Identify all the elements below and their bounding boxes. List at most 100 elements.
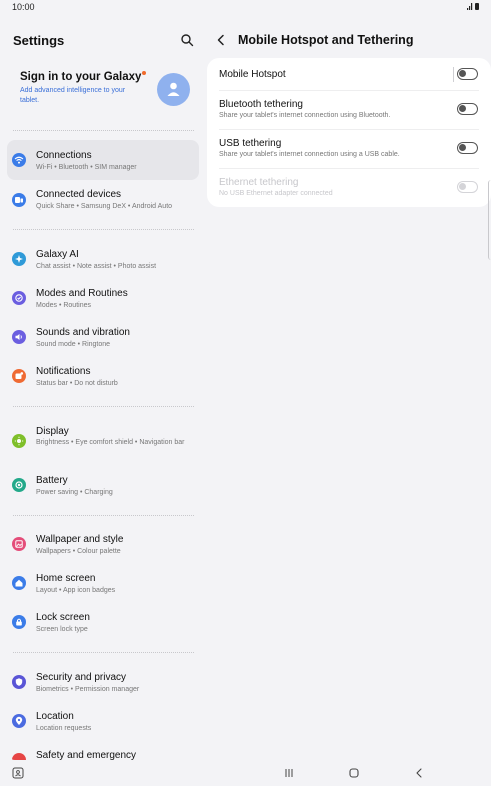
sidebar-item-display[interactable]: Display Brightness • Eye comfort shield …: [7, 416, 199, 462]
sidebar-item-sounds-and-vibration[interactable]: Sounds and vibration Sound mode • Ringto…: [7, 317, 199, 357]
modes-icon: [12, 291, 26, 305]
ethernet-tethering-row: Ethernet tethering No USB Ethernet adapt…: [207, 168, 491, 207]
account-subtitle: Add advanced intelligence to your tablet…: [20, 87, 126, 104]
sidebar-item-sub: Chat assist • Note assist • Photo assist: [36, 263, 157, 270]
bluetooth-tethering-row[interactable]: Bluetooth tethering Share your tablet's …: [207, 90, 491, 129]
row-label: Ethernet tethering: [219, 177, 299, 188]
row-description: Share your tablet's internet connection …: [219, 151, 400, 158]
sidebar-item-sub: Status bar • Do not disturb: [36, 380, 118, 387]
sidebar-item-label: Galaxy AI: [36, 249, 79, 260]
toggle-knob: [459, 105, 466, 112]
sidebar-item-label: Security and privacy: [36, 672, 127, 683]
section-divider: [13, 229, 194, 230]
keyboard-icon[interactable]: [11, 766, 25, 780]
sidebar-item-lock-screen[interactable]: Lock screen Screen lock type: [7, 602, 199, 642]
sidebar-item-safety-and-emergency[interactable]: Safety and emergency: [7, 740, 199, 760]
sidebar-item-security-and-privacy[interactable]: Security and privacy Biometrics • Permis…: [7, 662, 199, 702]
section-divider: [13, 652, 194, 653]
sidebar-item-label: Battery: [36, 475, 68, 486]
sidebar-item-connected-devices[interactable]: Connected devices Quick Share • Samsung …: [7, 179, 199, 219]
usb-tethering-toggle[interactable]: [457, 142, 478, 154]
sidebar-item-label: Display: [36, 426, 69, 437]
sidebar-item-sub: Wallpapers • Colour palette: [36, 548, 121, 555]
page-header: Mobile Hotspot and Tethering: [214, 33, 413, 47]
sidebar-item-wallpaper-and-style[interactable]: Wallpaper and style Wallpapers • Colour …: [7, 524, 199, 564]
toggle-knob: [459, 183, 466, 190]
search-icon[interactable]: [180, 33, 194, 47]
toggle-knob: [459, 144, 466, 151]
back-button-icon[interactable]: [412, 766, 426, 780]
section-divider: [13, 515, 194, 516]
row-separator: [453, 67, 454, 82]
row-label: USB tethering: [219, 138, 282, 149]
display-icon: [12, 434, 26, 448]
sidebar-item-connections[interactable]: Connections Wi-Fi • Bluetooth • SIM mana…: [7, 140, 199, 180]
sidebar-item-home-screen[interactable]: Home screen Layout • App icon badges: [7, 563, 199, 603]
row-description: Share your tablet's internet connection …: [219, 112, 391, 119]
sidebar-item-sub: Power saving • Charging: [36, 489, 113, 496]
connected-devices-icon: [12, 193, 26, 207]
sidebar-item-galaxy-ai[interactable]: Galaxy AI Chat assist • Note assist • Ph…: [7, 239, 199, 279]
tethering-card: Mobile Hotspot Bluetooth tethering Share…: [207, 58, 491, 207]
section-divider: [13, 130, 194, 131]
sound-icon: [12, 330, 26, 344]
sidebar-item-label: Home screen: [36, 573, 96, 584]
sidebar-item-sub: Modes • Routines: [36, 302, 91, 309]
galaxy-ai-icon: [12, 252, 26, 266]
location-icon: [12, 714, 26, 728]
settings-title: Settings: [13, 33, 65, 48]
person-icon: [167, 82, 180, 96]
home-icon: [12, 576, 26, 590]
sidebar-item-label: Safety and emergency: [36, 750, 137, 760]
usb-tethering-row[interactable]: USB tethering Share your tablet's intern…: [207, 129, 491, 168]
battery-status-icon: [475, 3, 479, 10]
sidebar-item-sub: Screen lock type: [36, 626, 88, 633]
sidebar-item-sub: Biometrics • Permission manager: [36, 686, 140, 693]
sidebar-item-battery[interactable]: Battery Power saving • Charging: [7, 465, 199, 505]
sidebar-item-modes-and-routines[interactable]: Modes and Routines Modes • Routines: [7, 278, 199, 318]
sidebar-item-sub: Brightness • Eye comfort shield • Naviga…: [36, 439, 185, 446]
sidebar-item-label: Connections: [36, 150, 92, 161]
sidebar-item-sub: Sound mode • Ringtone: [36, 341, 111, 348]
sidebar-item-notifications[interactable]: Notifications Status bar • Do not distur…: [7, 356, 199, 396]
recent-apps-icon[interactable]: [282, 766, 296, 780]
sidebar-item-sub: Location requests: [36, 725, 92, 732]
row-description: No USB Ethernet adapter connected: [219, 190, 333, 197]
sidebar-item-sub: Quick Share • Samsung DeX • Android Auto: [36, 203, 173, 210]
home-button-icon[interactable]: [347, 766, 361, 780]
notification-dot: [142, 71, 147, 75]
avatar[interactable]: [157, 73, 190, 106]
mobile-hotspot-toggle[interactable]: [457, 68, 478, 80]
signal-icon: [467, 3, 473, 10]
sidebar-item-label: Lock screen: [36, 612, 90, 623]
status-time: 10:00: [12, 2, 35, 12]
sidebar-item-label: Notifications: [36, 366, 91, 377]
toggle-knob: [459, 70, 466, 77]
row-label: Mobile Hotspot: [219, 69, 286, 80]
account-title: Sign in to your Galaxy: [20, 71, 142, 83]
sidebar-item-label: Connected devices: [36, 189, 122, 200]
row-label: Bluetooth tethering: [219, 99, 303, 110]
notifications-icon: [12, 369, 26, 383]
navigation-bar: [0, 760, 491, 786]
wifi-icon: [12, 153, 26, 167]
sidebar-item-label: Wallpaper and style: [36, 534, 124, 545]
status-bar: 10:00: [0, 0, 491, 16]
sidebar-item-location[interactable]: Location Location requests: [7, 701, 199, 741]
shield-icon: [12, 675, 26, 689]
system-icons: [467, 3, 479, 10]
bluetooth-tethering-toggle[interactable]: [457, 103, 478, 115]
sidebar-item-sub: Wi-Fi • Bluetooth • SIM manager: [36, 164, 137, 171]
page-title: Mobile Hotspot and Tethering: [238, 33, 414, 47]
battery-icon: [12, 478, 26, 492]
sidebar-item-label: Sounds and vibration: [36, 327, 130, 338]
back-icon[interactable]: [214, 33, 228, 47]
safety-icon: [12, 753, 26, 760]
section-divider: [13, 406, 194, 407]
sidebar-item-label: Modes and Routines: [36, 288, 128, 299]
ethernet-tethering-toggle: [457, 181, 478, 193]
wallpaper-icon: [12, 537, 26, 551]
sidebar-item-sub: Layout • App icon badges: [36, 587, 116, 594]
sidebar-item-label: Location: [36, 711, 74, 722]
lock-icon: [12, 615, 26, 629]
